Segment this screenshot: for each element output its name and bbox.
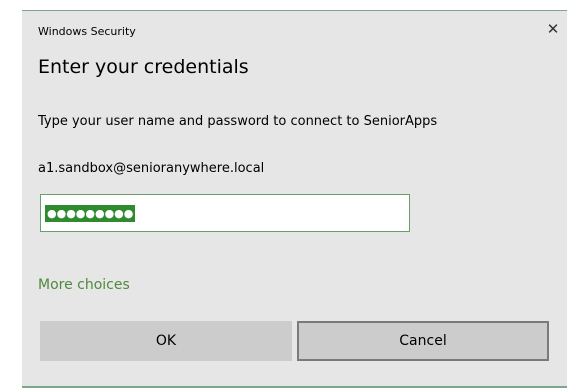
password-value: ●●●●●●●●● xyxy=(45,205,136,222)
credentials-dialog: Windows Security ✕ Enter your credential… xyxy=(22,10,567,388)
close-icon: ✕ xyxy=(546,20,560,38)
close-button[interactable]: ✕ xyxy=(543,19,563,39)
dialog-description: Type your user name and password to conn… xyxy=(38,114,438,129)
password-field[interactable]: ●●●●●●●●● xyxy=(40,194,410,232)
ok-button[interactable]: OK xyxy=(40,321,292,361)
more-choices-link[interactable]: More choices xyxy=(38,277,130,293)
dialog-heading: Enter your credentials xyxy=(38,56,249,78)
window-title: Windows Security xyxy=(38,25,136,38)
username-label: a1.sandbox@senioranywhere.local xyxy=(38,161,265,176)
cancel-button[interactable]: Cancel xyxy=(297,321,549,361)
